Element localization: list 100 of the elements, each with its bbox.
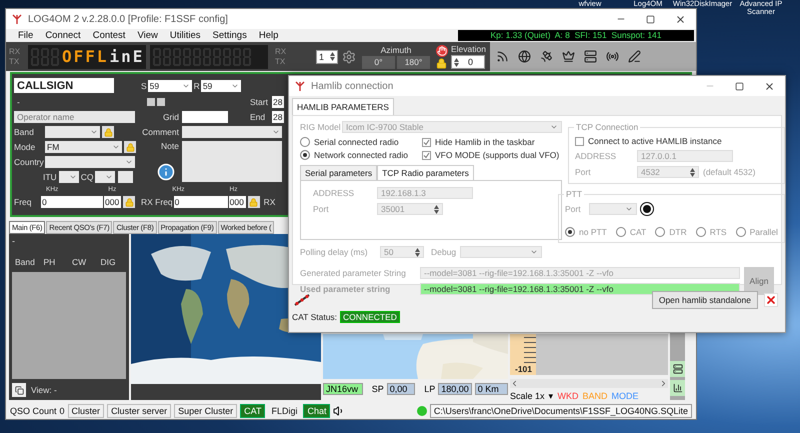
- tab[interactable]: Serial parameters: [300, 165, 378, 180]
- radio-button[interactable]: [565, 227, 575, 237]
- radio-button[interactable]: [696, 227, 706, 237]
- radio-button[interactable]: [616, 227, 626, 237]
- maximize-icon[interactable]: [735, 82, 744, 90]
- port-label: Port: [313, 204, 330, 214]
- list-button[interactable]: [670, 361, 685, 377]
- mode-select[interactable]: FM: [45, 141, 122, 153]
- cancel-button[interactable]: [764, 293, 778, 307]
- status-button[interactable]: Chat: [303, 404, 330, 418]
- tab[interactable]: TCP Radio parameters: [377, 165, 474, 180]
- menu-item[interactable]: Utilities: [164, 30, 206, 41]
- checkbox[interactable]: VFO MODE (supports dual VFO): [422, 150, 562, 160]
- ruler-label: -101: [515, 364, 532, 374]
- status-button[interactable]: Super Cluster: [174, 404, 238, 418]
- column-header: Band: [14, 256, 36, 269]
- azimuth-value: 0°: [362, 56, 395, 68]
- radio-button[interactable]: [655, 227, 666, 237]
- locator-field[interactable]: JN16vw: [323, 383, 363, 395]
- satellite-icon[interactable]: [540, 50, 553, 63]
- status-button[interactable]: Cluster: [68, 404, 104, 418]
- caret-icon[interactable]: ▾: [548, 391, 554, 401]
- rss-icon[interactable]: [496, 50, 509, 63]
- close-icon[interactable]: [675, 14, 686, 24]
- cat-status-label: CAT Status:: [292, 312, 338, 322]
- rst-received-select[interactable]: 59: [200, 80, 241, 92]
- end-field[interactable]: 28: [272, 111, 284, 123]
- info-icon[interactable]: [157, 163, 175, 181]
- radio-button[interactable]: [300, 137, 310, 147]
- rx-frequency-field[interactable]: 0: [174, 196, 228, 208]
- server-icon[interactable]: [584, 50, 597, 63]
- align-button[interactable]: Align: [744, 267, 774, 295]
- start-label: Start: [250, 97, 269, 107]
- lock-icon: [104, 128, 112, 136]
- radio-icon[interactable]: [606, 50, 619, 63]
- grid-field[interactable]: [182, 111, 228, 123]
- frequency-field[interactable]: 0: [41, 196, 103, 208]
- rst-sent-label: S: [141, 80, 147, 90]
- database-path-button[interactable]: C:\Users\franc\OneDrive\Documents\F1SSF_LOG40NG.SQLite: [430, 404, 692, 418]
- rx-label: RX: [264, 197, 276, 207]
- maximize-icon[interactable]: [646, 14, 655, 24]
- stop-hand-icon[interactable]: [436, 44, 448, 56]
- itu-select[interactable]: [58, 171, 79, 183]
- status-button[interactable]: Cluster server: [107, 404, 172, 418]
- spin-arrows-icon[interactable]: [415, 248, 420, 256]
- elevation-spinner[interactable]: 0: [451, 55, 485, 69]
- zone-field[interactable]: [118, 171, 134, 183]
- menu-item[interactable]: View: [131, 30, 164, 41]
- tab[interactable]: HAMLIB PARAMETERS: [292, 98, 394, 115]
- antenna-icon: [294, 294, 310, 306]
- radio-label: CAT: [630, 227, 646, 237]
- status-button[interactable]: CAT: [240, 404, 266, 418]
- operator-name-field[interactable]: Operator name: [14, 111, 135, 123]
- elevation-label: Elevation: [451, 44, 486, 54]
- close-icon[interactable]: [764, 80, 775, 92]
- channel-spinner[interactable]: 1: [316, 50, 338, 64]
- menu-item[interactable]: Contest: [86, 30, 132, 41]
- menu-item[interactable]: Help: [252, 30, 284, 41]
- caret-icon: [625, 205, 633, 213]
- scale-select[interactable]: Scale 1x: [510, 391, 545, 401]
- chart-button[interactable]: [670, 380, 685, 396]
- settings-icon[interactable]: [342, 50, 356, 64]
- scroll-left-icon[interactable]: [510, 379, 519, 388]
- globe-icon[interactable]: [518, 50, 531, 63]
- rx-hz-field[interactable]: 000: [228, 196, 246, 208]
- group-title: PTT: [564, 189, 584, 199]
- menu-item[interactable]: Settings: [206, 30, 253, 41]
- checkbox[interactable]: Hide Hamlib in the taskbar: [422, 137, 562, 147]
- view-button[interactable]: [12, 383, 26, 397]
- lock-button[interactable]: [248, 196, 260, 208]
- cq-select[interactable]: [95, 171, 116, 183]
- spin-arrows-icon[interactable]: [454, 58, 459, 66]
- radio-button[interactable]: [300, 150, 310, 160]
- generated-string-label: Generated parameter String: [300, 268, 407, 278]
- lock-icon[interactable]: [436, 58, 447, 68]
- cross-icon: [765, 294, 777, 306]
- refresh-button[interactable]: [641, 203, 653, 215]
- radio-button[interactable]: [736, 227, 746, 237]
- lp-label: LP: [424, 384, 436, 394]
- qso-count-label: QSO Count: [10, 406, 57, 416]
- server-icon: [672, 364, 682, 374]
- menu-item[interactable]: Connect: [39, 30, 87, 41]
- note-field[interactable]: [182, 141, 282, 182]
- used-string-field[interactable]: --model=3081 --rig-file=192.168.1.3:35001 -Z --vfo: [420, 283, 740, 295]
- crown-icon[interactable]: [562, 50, 575, 63]
- menu-item[interactable]: File: [12, 30, 40, 41]
- spin-arrows-icon[interactable]: [434, 204, 439, 214]
- spin-arrows-icon[interactable]: [690, 168, 695, 176]
- note-label: Note: [161, 141, 179, 151]
- start-field[interactable]: 28: [272, 96, 284, 108]
- open-standalone-button[interactable]: Open hamlib standalone: [652, 291, 758, 309]
- rst-sent-select[interactable]: 59: [148, 80, 192, 92]
- tx-label: TX: [275, 56, 286, 66]
- callsign-field[interactable]: CALLSIGN: [14, 78, 114, 93]
- pen-icon[interactable]: [628, 50, 641, 63]
- hz-field[interactable]: 000: [104, 196, 121, 208]
- checkbox[interactable]: Connect to active HAMLIB instance: [575, 136, 778, 146]
- display-text: OFFL: [62, 47, 109, 66]
- scroll-right-icon[interactable]: [659, 379, 668, 388]
- spin-arrows-icon[interactable]: [330, 52, 335, 61]
